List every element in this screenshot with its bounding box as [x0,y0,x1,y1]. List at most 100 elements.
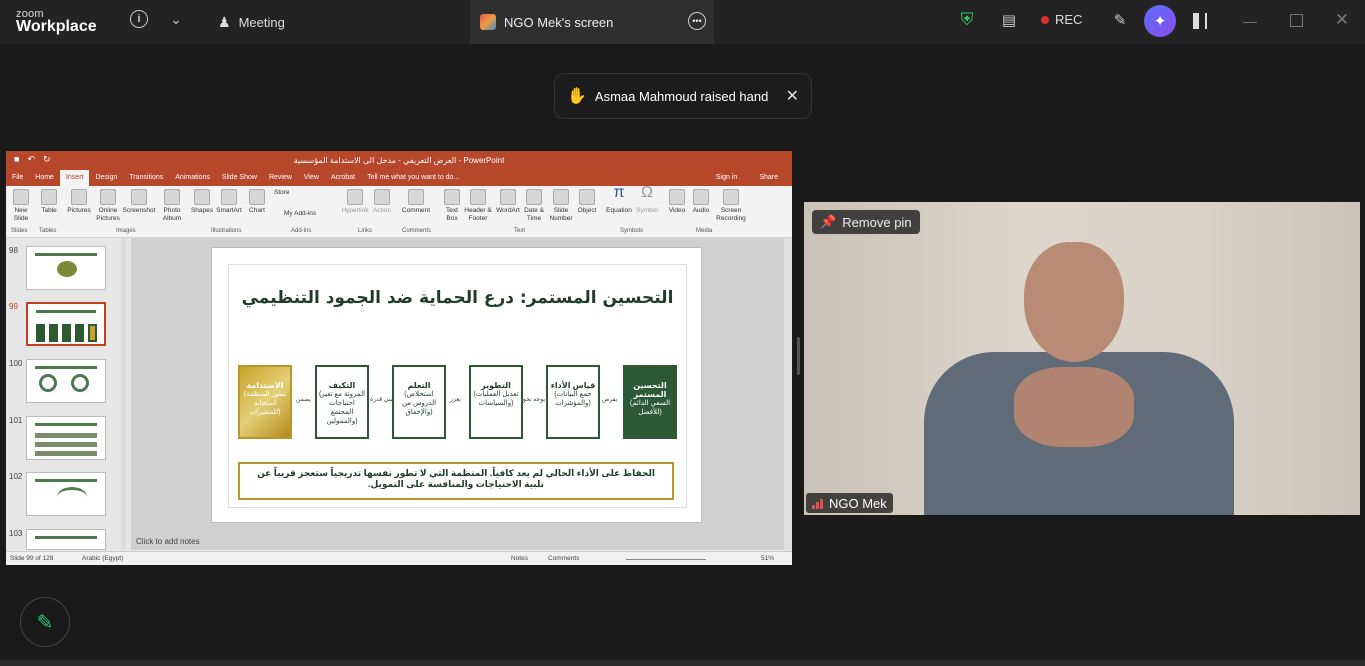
tab-shared-screen[interactable]: NGO Mek's screen ••• [470,0,714,44]
tab-slide-show[interactable]: Slide Show [216,170,263,186]
language-indicator[interactable]: Arabic (Egypt) [82,555,123,562]
notes-toggle[interactable]: Notes [511,555,528,562]
object-button[interactable]: Object [576,189,598,215]
store-button[interactable]: Store [274,189,304,197]
tell-me-search[interactable]: Tell me what you want to do... [361,170,465,186]
header-footer-button[interactable]: Header & Footer [464,189,492,223]
maximize-icon[interactable] [1290,14,1303,27]
chart-button[interactable]: Chart [246,189,268,215]
group-slides: Slides [11,228,28,234]
info-icon[interactable]: i [130,10,148,28]
action-button[interactable]: Action [370,189,394,215]
participant-hands [1014,367,1134,447]
tab-animations[interactable]: Animations [169,170,216,186]
tab-insert[interactable]: Insert [59,170,90,186]
ai-companion-icon[interactable]: ✦ [1144,5,1176,37]
zoom-slider[interactable] [626,559,706,560]
comment-button[interactable]: Comment [400,189,432,215]
box-title: التعلم [407,381,431,390]
slide-number-button[interactable]: Slide Number [548,189,574,223]
pin-icon: 📌 [820,214,837,229]
screen-recording-button[interactable]: Screen Recording [714,189,748,223]
slide-thumbnail[interactable] [26,416,106,460]
panel-toggle-icon[interactable] [1193,13,1207,29]
slide-thumbnail[interactable] [26,246,106,290]
editor-scrollbar[interactable] [784,238,792,550]
thumbnail-scrollbar[interactable] [121,238,126,550]
bottom-edge [0,660,1365,666]
notes-placeholder[interactable]: Click to add notes [136,537,200,546]
rec-dot-icon [1041,15,1049,24]
chevron-down-icon[interactable]: ⌄ [168,10,184,28]
share-button[interactable]: Share [753,170,784,186]
slide-thumbnail[interactable] [26,529,106,550]
video-button[interactable]: Video [666,189,688,215]
shapes-button[interactable]: Shapes [190,189,214,215]
date-time-button[interactable]: Date & Time [522,189,546,223]
more-options-icon[interactable]: ••• [688,12,706,30]
redo-icon[interactable]: ↻ [43,154,51,165]
online-pictures-button[interactable]: Online Pictures [94,189,122,223]
wordart-button[interactable]: WordArt [494,189,522,215]
slide-thumbnail-selected[interactable] [26,302,106,346]
tab-transitions[interactable]: Transitions [123,170,169,186]
new-slide-button[interactable]: New Slide [10,189,32,223]
slide-thumbnail[interactable] [26,472,106,516]
text-box-button[interactable]: Text Box [442,189,462,223]
my-addins-button[interactable]: My Add-ins [284,210,324,218]
audio-label: Audio [692,207,710,214]
tab-review[interactable]: Review [263,170,298,186]
undo-icon[interactable]: ↶ [27,154,35,165]
shield-icon[interactable]: ⛨ [958,10,976,30]
current-slide[interactable]: التحسين المستمر: درع الحماية ضد الجمود ا… [211,247,702,523]
tab-file[interactable]: File [6,170,29,186]
box-sustainability: الاستدامة (تطور المنظمة استجابة للمتغيرات… [238,365,292,439]
chart-label: Chart [249,207,265,214]
box-title: قياس الأداء [550,381,596,390]
rec-label: REC [1055,12,1083,27]
comments-toggle[interactable]: Comments [548,555,579,562]
minimize-icon[interactable]: — [1242,12,1258,30]
pencil-icon[interactable]: ✎ [20,597,70,647]
group-tables: Tables [39,228,57,234]
tab-design[interactable]: Design [89,170,123,186]
hyperlink-button[interactable]: Hyperlink [340,189,370,215]
symbol-button[interactable]: Ω Symbol [634,185,660,215]
save-icon[interactable]: ■ [14,154,19,165]
audio-button[interactable]: Audio [690,189,712,215]
participant-video[interactable] [804,202,1360,515]
thumb-number: 98 [9,246,18,255]
group-text: Text [514,228,526,234]
box-sub: (تعديل العمليات والسياسات) [473,391,519,407]
group-illustrations: Illustrations [211,228,242,234]
pane-splitter[interactable] [797,337,800,375]
photo-album-button[interactable]: Photo Album [158,189,186,223]
tab-meeting[interactable]: ♟ Meeting [218,12,285,32]
equation-button[interactable]: π Equation [604,185,634,215]
tab-acrobat[interactable]: Acrobat [325,170,361,186]
ribbon-tabs: File Home Insert Design Transitions Anim… [6,170,792,186]
record-indicator[interactable]: REC [1041,12,1082,27]
tab-view[interactable]: View [298,170,325,186]
remove-pin-button[interactable]: 📌 Remove pin [812,210,920,234]
pictures-button[interactable]: Pictures [66,189,92,215]
annotate-icon[interactable]: ✎ [1110,10,1130,30]
video-label: Video [668,207,686,214]
participant-name: NGO Mek [829,495,887,511]
box-title: التحسين المستمر [633,381,667,399]
smartart-button[interactable]: SmartArt [214,189,244,215]
close-window-icon[interactable]: ✕ [1334,10,1350,29]
thumb-number: 101 [9,416,23,425]
tab-home[interactable]: Home [29,170,60,186]
zoom-level[interactable]: 51% [761,555,774,562]
screenshot-button[interactable]: Screenshot [122,189,156,215]
slide-title: التحسين المستمر: درع الحماية ضد الجمود ا… [241,288,674,308]
document-icon[interactable]: ▤ [1000,10,1018,30]
group-addins: Add-ins [291,228,312,234]
participant-head [1024,242,1124,362]
slide-thumbnail[interactable] [26,359,106,403]
photo-album-label: Photo Album [162,207,182,222]
close-notification-icon[interactable]: ✕ [786,86,799,106]
sign-in-link[interactable]: Sign in [710,170,743,186]
table-button[interactable]: Table [38,189,60,215]
